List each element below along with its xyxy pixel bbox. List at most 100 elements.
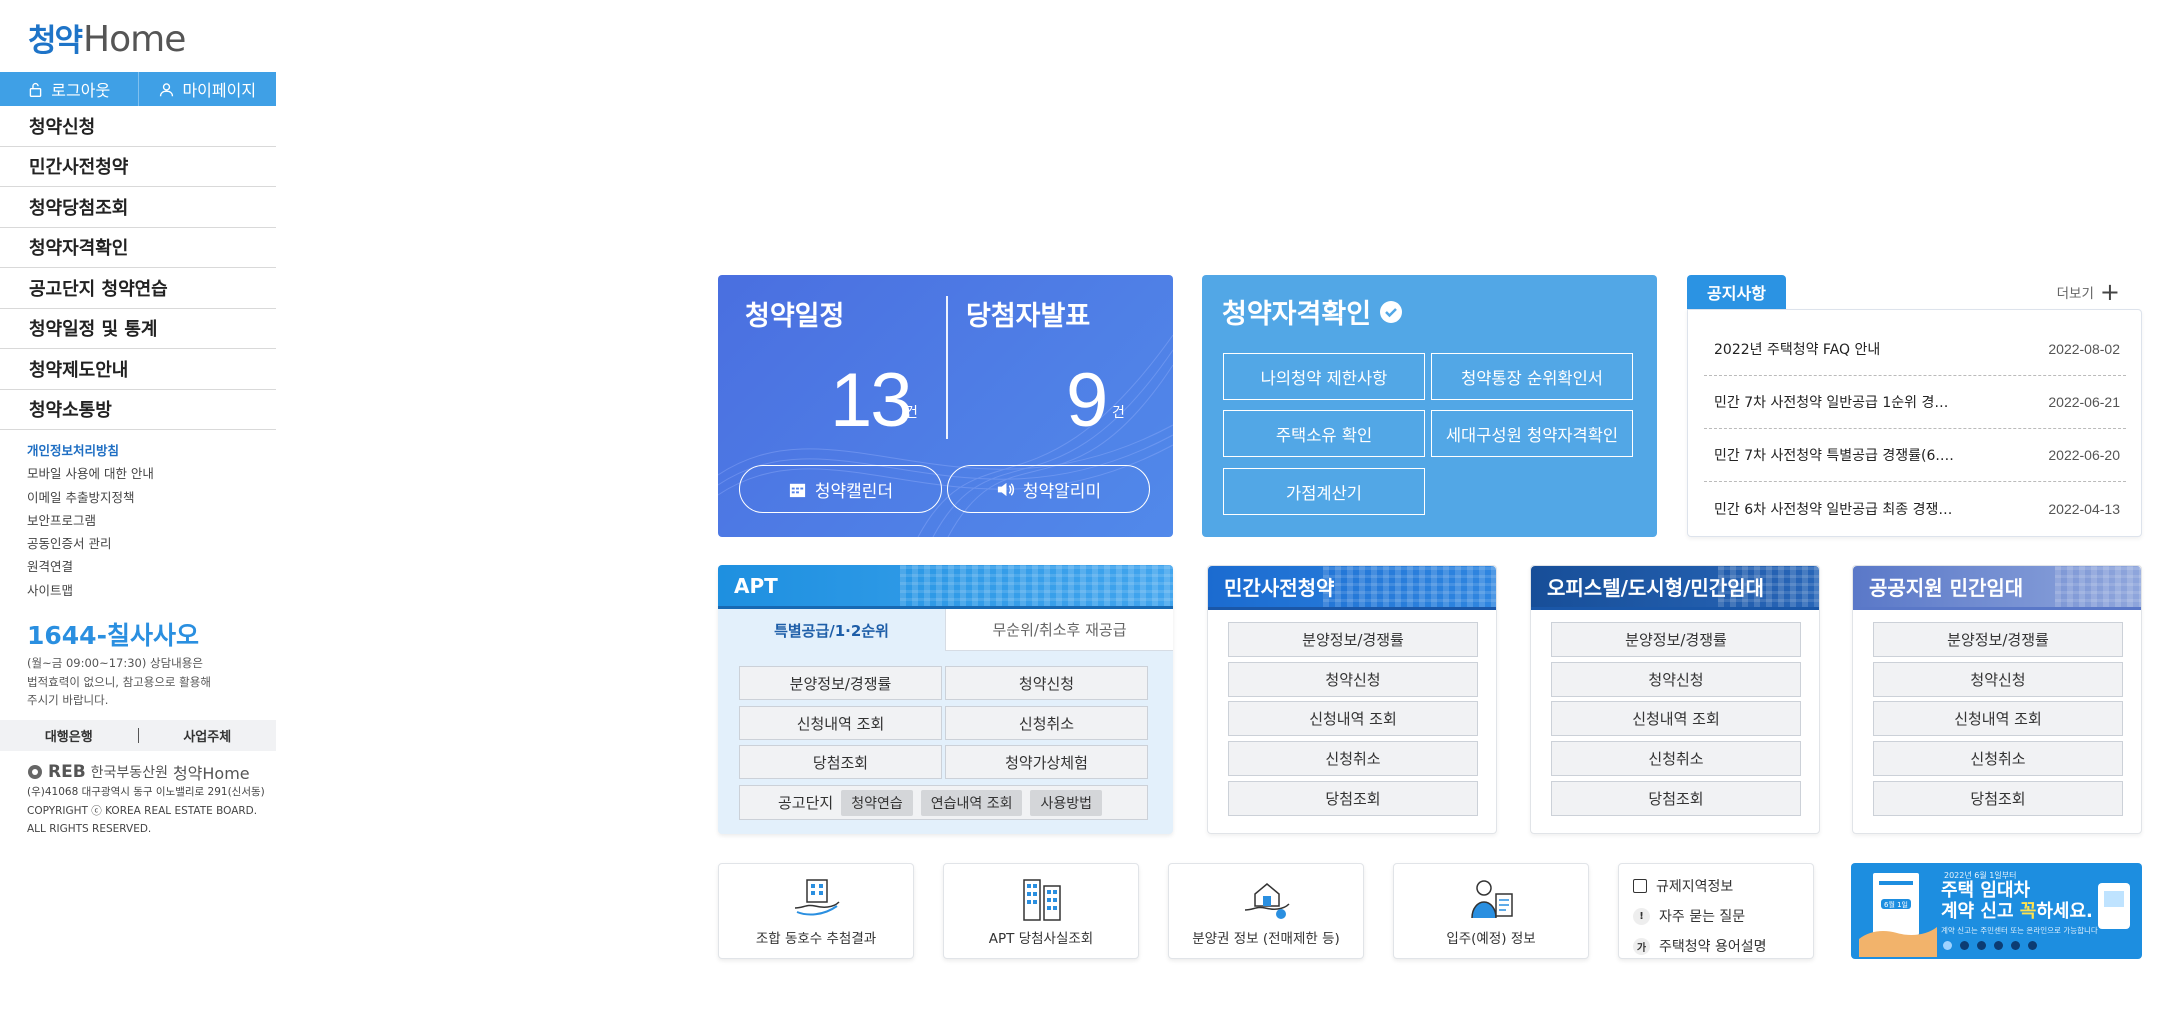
city-decoration (1323, 566, 1496, 607)
menu-item-schedule-stats[interactable]: 청약일정 및 통계 (0, 309, 276, 349)
history-button[interactable]: 신청내역 조회 (1228, 701, 1478, 736)
page: 청약 Home 로그아웃 마이페이지 청약신청 민간사전청약 청약당첨조회 청약… (0, 0, 2170, 1022)
union-lottery-label: 조합 동호수 추첨결과 (755, 931, 877, 947)
presale-rights-card[interactable]: 분양권 정보 (전매제한 등) (1168, 863, 1364, 959)
pagination-dot[interactable] (1994, 941, 2003, 950)
union-lottery-card[interactable]: 조합 동호수 추첨결과 (718, 863, 914, 959)
win-check-button[interactable]: 당첨조회 (1873, 781, 2123, 816)
regulation-area-link[interactable]: 규제지역정보 (1633, 876, 1733, 896)
mobile-guide-link[interactable]: 모바일 사용에 대한 안내 (27, 462, 154, 485)
pagination-dot[interactable] (1943, 941, 1952, 950)
move-in-info-label: 입주(예정) 정보 (1446, 931, 1536, 947)
banner-line: 계약 신고 꼭하세요. (1941, 901, 2093, 922)
notice-item[interactable]: 민간 7차 사전청약 일반공급 1순위 경… 2022-06-21 (1704, 376, 2126, 429)
notice-item[interactable]: 민간 7차 사전청약 특별공급 경쟁률(6.… 2022-06-20 (1704, 429, 2126, 482)
qualification-card: 청약자격확인 나의청약 제한사항 청약통장 순위확인서 주택소유 확인 세대구성… (1202, 275, 1657, 537)
apartment-icon (1023, 879, 1061, 921)
house-ownership-button[interactable]: 주택소유 확인 (1223, 410, 1425, 457)
pagination-dot[interactable] (1960, 941, 1969, 950)
regulation-area-label: 규제지역정보 (1656, 879, 1734, 895)
practice-history-chip[interactable]: 연습내역 조회 (920, 789, 1023, 816)
sale-info-button[interactable]: 분양정보/경쟁률 (1551, 622, 1801, 657)
sale-info-button[interactable]: 분양정보/경쟁률 (1228, 622, 1478, 657)
pagination-dot[interactable] (2011, 941, 2020, 950)
menu-item-win-check[interactable]: 청약당첨조회 (0, 187, 276, 228)
sale-info-button[interactable]: 분양정보/경쟁률 (1873, 622, 2123, 657)
faq-label: 자주 묻는 질문 (1659, 909, 1746, 925)
calendar-button[interactable]: 청약캘린더 (739, 465, 942, 513)
ga-icon: 가 (1633, 937, 1650, 955)
apt-apply-button[interactable]: 청약신청 (945, 666, 1148, 700)
how-to-use-chip[interactable]: 사용방법 (1030, 789, 1102, 816)
tab-unranked-resupply[interactable]: 무순위/취소후 재공급 (945, 609, 1173, 651)
history-button[interactable]: 신청내역 조회 (1551, 701, 1801, 736)
logout-button[interactable]: 로그아웃 (0, 72, 138, 106)
household-qualification-button[interactable]: 세대구성원 청약자격확인 (1431, 410, 1633, 457)
notice-tab[interactable]: 공지사항 (1687, 275, 1786, 309)
account-rank-button[interactable]: 청약통장 순위확인서 (1431, 353, 1633, 400)
mypage-button[interactable]: 마이페이지 (137, 72, 277, 106)
menu-item-apply[interactable]: 청약신청 (0, 106, 276, 147)
menu-item-community[interactable]: 청약소통방 (0, 390, 276, 430)
site-logo[interactable]: 청약 Home (28, 18, 186, 60)
reb-logo-icon (28, 765, 42, 779)
apt-history-button[interactable]: 신청내역 조회 (739, 706, 942, 740)
history-button[interactable]: 신청내역 조회 (1873, 701, 2123, 736)
move-in-info-card[interactable]: 입주(예정) 정보 (1393, 863, 1589, 959)
apply-button[interactable]: 청약신청 (1228, 662, 1478, 697)
apt-header: APT (718, 565, 1173, 609)
schedule-count[interactable]: 13 (830, 357, 913, 444)
agent-bank-link[interactable]: 대행은행 (0, 726, 138, 745)
alarm-button[interactable]: 청약알리미 (947, 465, 1150, 513)
remote-link[interactable]: 원격연결 (27, 555, 154, 578)
notice-item[interactable]: 민간 6차 사전청약 일반공급 최종 경쟁… 2022-04-13 (1704, 482, 2126, 535)
menu-item-practice[interactable]: 공고단지 청약연습 (0, 268, 276, 309)
security-program-link[interactable]: 보안프로그램 (27, 509, 154, 532)
win-check-button[interactable]: 당첨조회 (1228, 781, 1478, 816)
menu-item-qualification[interactable]: 청약자격확인 (0, 228, 276, 268)
sitemap-link[interactable]: 사이트맵 (27, 579, 154, 602)
pagination-dot[interactable] (1977, 941, 1986, 950)
lease-report-banner[interactable]: 6월 1일 2022년 6월 1일부터 주택 임대차 계약 신고 꼭하세요. 계… (1851, 863, 2142, 959)
cancel-button[interactable]: 신청취소 (1551, 741, 1801, 776)
practice-chip[interactable]: 청약연습 (841, 789, 913, 816)
tab-special-supply[interactable]: 특별공급/1·2순위 (718, 609, 945, 651)
call-center-number: 1644-칠사사오 (27, 621, 199, 650)
win-check-button[interactable]: 당첨조회 (1551, 781, 1801, 816)
privacy-policy-link[interactable]: 개인정보처리방침 (27, 439, 154, 462)
calendar-label: 청약캘린더 (814, 481, 894, 502)
notice-item[interactable]: 2022년 주택청약 FAQ 안내 2022-08-02 (1704, 323, 2126, 376)
more-button[interactable]: 더보기 + (2057, 280, 2120, 304)
my-restriction-button[interactable]: 나의청약 제한사항 (1223, 353, 1425, 400)
menu-item-private-pre[interactable]: 민간사전청약 (0, 147, 276, 187)
apt-virtual-experience-button[interactable]: 청약가상체험 (945, 745, 1148, 779)
glossary-link[interactable]: 가 주택청약 용어설명 (1633, 936, 1767, 956)
pagination-dot[interactable] (2028, 941, 2037, 950)
complex-practice-row: 공고단지 청약연습 연습내역 조회 사용방법 (739, 785, 1148, 820)
apt-win-fact-card[interactable]: APT 당첨사실조회 (943, 863, 1139, 959)
apply-button[interactable]: 청약신청 (1873, 662, 2123, 697)
calendar-icon (789, 483, 805, 497)
winner-unit: 건 (1112, 405, 1125, 421)
apt-cancel-button[interactable]: 신청취소 (945, 706, 1148, 740)
operator-link[interactable]: 사업주체 (139, 726, 277, 745)
schedule-title: 청약일정 (745, 301, 845, 332)
winner-count[interactable]: 9 (1066, 357, 1108, 444)
banner-pagination (1943, 941, 2037, 950)
cancel-button[interactable]: 신청취소 (1228, 741, 1478, 776)
apt-sale-info-button[interactable]: 분양정보/경쟁률 (739, 666, 942, 700)
menu-item-guide[interactable]: 청약제도안내 (0, 349, 276, 390)
faq-link[interactable]: ! 자주 묻는 질문 (1633, 906, 1745, 926)
email-policy-link[interactable]: 이메일 추출방지정책 (27, 486, 154, 509)
apply-button[interactable]: 청약신청 (1551, 662, 1801, 697)
copyright-line: ALL RIGHTS RESERVED. (27, 823, 152, 835)
banner-line: 주택 임대차 (1941, 880, 2031, 901)
score-calculator-button[interactable]: 가점계산기 (1223, 468, 1425, 515)
certificate-link[interactable]: 공동인증서 관리 (27, 532, 154, 555)
schedule-card: 청약일정 13 건 당첨자발표 9 건 청약캘린더 청약알리미 (718, 275, 1173, 537)
footer-address: (우)41068 대구광역시 동구 이노밸리로 291(신서동) COPYRIG… (27, 783, 277, 839)
cancel-button[interactable]: 신청취소 (1873, 741, 2123, 776)
call-note-line: (월~금 09:00~17:30) 상담내용은 (27, 656, 203, 670)
notice-date: 2022-04-13 (2048, 500, 2120, 517)
apt-win-check-button[interactable]: 당첨조회 (739, 745, 942, 779)
